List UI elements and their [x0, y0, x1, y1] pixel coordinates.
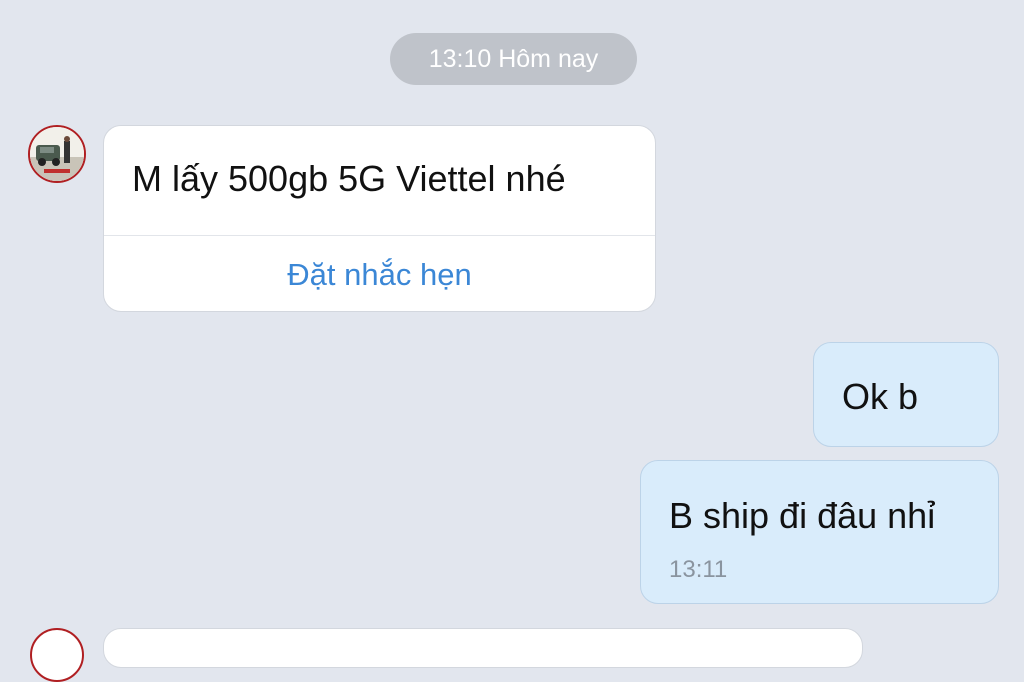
contact-avatar[interactable]	[28, 125, 86, 183]
outgoing-message-text: B ship đi đâu nhỉ	[669, 495, 936, 536]
incoming-message-card-next[interactable]	[103, 628, 863, 668]
card-divider	[104, 235, 655, 236]
date-separator: 13:10 Hôm nay	[390, 33, 637, 85]
incoming-message-card[interactable]: M lấy 500gb 5G Viettel nhé Đặt nhắc hẹn	[103, 125, 656, 312]
outgoing-message-bubble[interactable]: B ship đi đâu nhỉ 13:11	[640, 460, 999, 604]
message-timestamp: 13:11	[669, 556, 728, 583]
set-reminder-button[interactable]: Đặt nhắc hẹn	[104, 257, 655, 293]
outgoing-message-bubble[interactable]: Ok b	[813, 342, 999, 447]
avatar-photo-icon	[30, 127, 84, 181]
incoming-message-text: M lấy 500gb 5G Viettel nhé	[132, 158, 566, 199]
outgoing-message-text: Ok b	[842, 376, 919, 417]
contact-avatar-next[interactable]	[30, 628, 84, 682]
